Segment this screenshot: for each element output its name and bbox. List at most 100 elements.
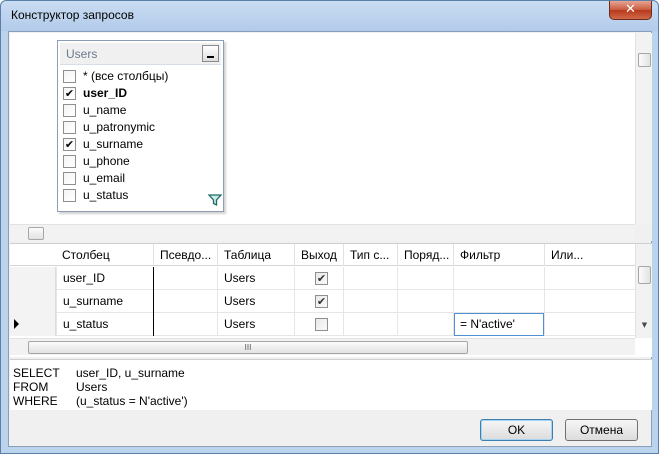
output-checkbox[interactable]: ✔ [315,295,328,308]
column-item[interactable]: u_name [61,102,208,119]
cell-column[interactable]: user_ID [56,267,153,290]
filter-funnel-icon [208,194,222,207]
column-checkbox[interactable] [63,189,76,202]
column-checkbox[interactable]: ✔ [63,138,76,151]
diagram-hscroll-thumb[interactable] [28,227,44,240]
cell-sort-type[interactable] [343,267,397,290]
diagram-vertical-scrollbar[interactable] [635,33,652,224]
output-checkbox[interactable] [315,318,328,331]
header-sort-order[interactable]: Поряд... [397,244,453,266]
cell-sort-type[interactable] [343,313,397,336]
sql-keyword: WHERE [13,394,58,408]
cell-column[interactable]: u_status [56,313,153,336]
window-title: Конструктор запросов [11,8,134,22]
cell-alias[interactable] [153,290,217,313]
table-row[interactable]: u_status Users = N'active' [10,313,635,336]
sql-keyword: SELECT [13,366,60,380]
title-bar[interactable]: Конструктор запросов ✕ [1,1,658,31]
cell-alias[interactable] [153,267,217,290]
header-table[interactable]: Таблица [217,244,294,266]
cell-or[interactable] [544,313,635,336]
close-button[interactable]: ✕ [609,1,652,20]
scrollbar-corner [635,224,652,241]
cell-filter[interactable] [453,290,544,313]
sql-keyword: FROM [13,380,49,394]
grid-hscroll-thumb[interactable]: III [28,341,468,354]
minimize-table-button[interactable] [202,45,219,62]
table-box-header[interactable]: Users [60,43,221,65]
cell-alias[interactable] [153,313,217,336]
header-column[interactable]: Столбец [56,244,153,266]
cell-table[interactable]: Users [217,290,294,313]
cell-sort-order[interactable] [397,313,453,336]
cell-or[interactable] [544,290,635,313]
row-selector[interactable] [10,267,56,290]
row-selector[interactable] [10,313,56,336]
header-filter[interactable]: Фильтр [453,244,544,266]
table-box-title: Users [66,47,98,61]
cell-filter[interactable] [453,267,544,290]
cell-or[interactable] [544,267,635,290]
sql-clause: user_ID, u_surname [76,366,185,380]
cell-sort-type[interactable] [343,290,397,313]
column-checkbox[interactable]: ✔ [63,87,76,100]
scroll-down-icon[interactable]: ▼ [637,318,652,333]
cell-table[interactable]: Users [217,267,294,290]
header-sort-type[interactable]: Тип с... [343,244,397,266]
grid-vscroll-thumb[interactable] [638,266,651,284]
header-or[interactable]: Или... [544,244,635,266]
close-icon: ✕ [625,2,636,17]
designer-client-area: Users * (все столбцы) ✔ user_ID u_name u_pat… [8,31,652,447]
column-label: u_email [83,171,126,185]
column-checkbox[interactable] [63,172,76,185]
output-checkbox[interactable]: ✔ [315,272,328,285]
cell-column[interactable]: u_surname [56,290,153,313]
cell-output[interactable] [294,313,343,336]
column-label: u_name [83,103,127,117]
column-checkbox[interactable] [63,70,76,83]
header-alias[interactable]: Псевдо... [153,244,217,266]
column-item[interactable]: u_phone [61,153,208,170]
column-item[interactable]: u_status [61,187,208,204]
sql-clause: (u_status = N'active') [76,394,188,408]
table-row[interactable]: user_ID Users ✔ [10,267,635,290]
column-checkbox[interactable] [63,155,76,168]
column-checkbox[interactable] [63,121,76,134]
header-output[interactable]: Выход [294,244,343,266]
column-checkbox[interactable] [63,104,76,117]
sql-pane[interactable]: SELECT user_ID, u_surname FROM Users WHERE (u… [10,359,652,410]
cell-table[interactable]: Users [217,313,294,336]
cell-filter[interactable]: = N'active' [453,313,544,336]
query-designer-window: Конструктор запросов ✕ Users * (все стол… [0,0,659,454]
column-label: u_status [83,188,129,202]
ok-button[interactable]: OK [480,419,553,441]
grid-vertical-scrollbar[interactable]: ▼ [635,244,652,338]
column-item[interactable]: * (все столбцы) [61,68,208,85]
column-list: * (все столбцы) ✔ user_ID u_name u_patronymi… [61,68,208,204]
grid-horizontal-scrollbar[interactable]: III [10,338,635,355]
current-row-arrow-icon [14,319,19,329]
column-item[interactable]: u_email [61,170,208,187]
criteria-grid[interactable]: Столбец Псевдо... Таблица Выход Тип с...… [10,243,652,357]
cancel-button[interactable]: Отмена [565,419,638,441]
column-item[interactable]: ✔ u_surname [61,136,208,153]
column-item[interactable]: u_patronymic [61,119,208,136]
filter-input[interactable]: = N'active' [454,313,544,336]
column-label: u_phone [83,154,130,168]
column-label: u_surname [83,137,144,151]
cell-output[interactable]: ✔ [294,267,343,290]
column-item[interactable]: ✔ user_ID [61,85,208,102]
row-selector[interactable] [10,290,56,313]
diagram-vscroll-thumb[interactable] [638,53,651,67]
diagram-horizontal-scrollbar[interactable] [10,224,635,241]
column-label: user_ID [83,86,128,100]
table-box-scrollbar[interactable] [208,66,222,211]
cell-sort-order[interactable] [397,290,453,313]
diagram-pane[interactable]: Users * (все столбцы) ✔ user_ID u_name u_pat… [10,33,635,224]
table-row[interactable]: u_surname Users ✔ [10,290,635,313]
grid-header: Столбец Псевдо... Таблица Выход Тип с...… [10,244,635,266]
column-label: u_patronymic [83,120,156,134]
table-box-users[interactable]: Users * (все столбцы) ✔ user_ID u_name u_pat… [57,40,224,212]
cell-output[interactable]: ✔ [294,290,343,313]
cell-sort-order[interactable] [397,267,453,290]
